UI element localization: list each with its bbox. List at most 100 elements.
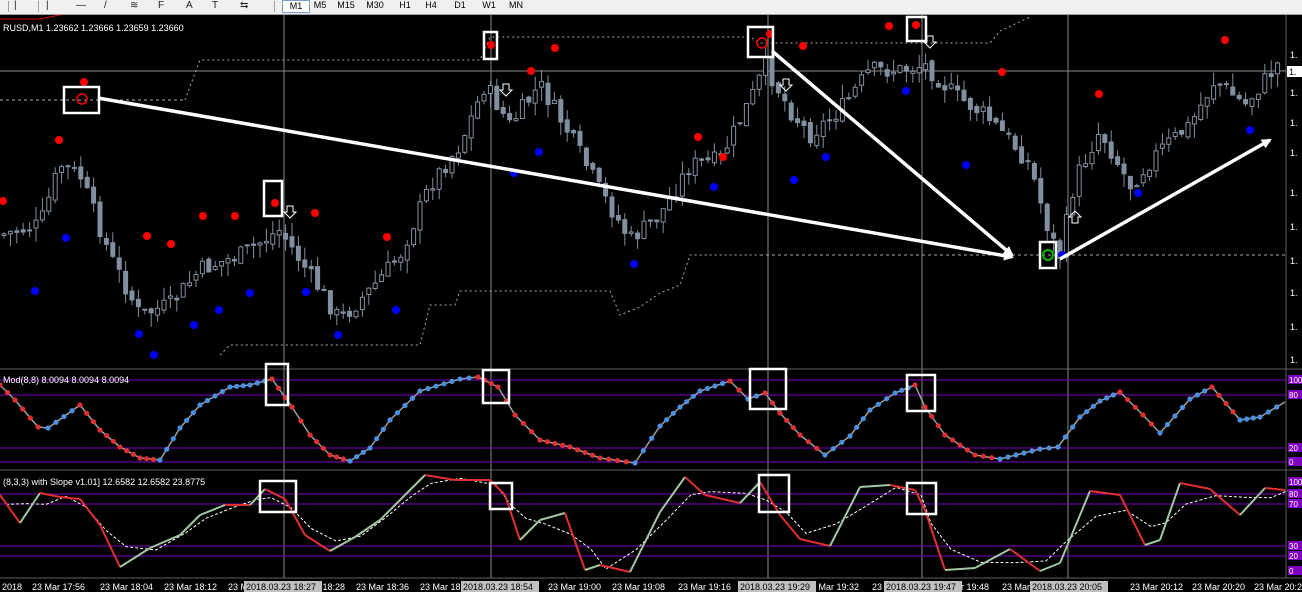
price-axis-label: 1. [1290, 88, 1298, 98]
toolbar: | | — / ≋ F A T ⇆ M1 M5 M15 M30 H1 H4 D1 W1 MN [0, 0, 1302, 15]
horizontal-line-tool-icon[interactable]: — [76, 0, 86, 14]
time-axis-label: 23 Mar [1002, 582, 1030, 592]
buy-signal-dot [535, 148, 543, 156]
buy-signal-dot [630, 260, 638, 268]
buy-signal-dot [790, 176, 798, 184]
oscillator-level-label: 0 [1289, 458, 1294, 467]
buy-signal-dot [135, 330, 143, 338]
buy-signal-dot [190, 321, 198, 329]
sell-signal-dot [551, 44, 559, 52]
price-axis-label: 1. [1290, 256, 1298, 266]
sell-signal-dot [885, 22, 893, 30]
buy-signal-dot [302, 288, 310, 296]
chart-canvas[interactable]: 10080200 100807030200 1.1.1.1.1.1.1.1.1.… [0, 15, 1302, 592]
buy-signal-dot [215, 306, 223, 314]
timeframe-button-w1[interactable]: W1 [476, 0, 502, 14]
buy-signal-dot [246, 289, 254, 297]
timeframe-button-m15[interactable]: M15 [333, 0, 359, 14]
buy-signal-dot [31, 287, 39, 295]
sell-signal-dot [80, 78, 88, 86]
cursor-tool-icon[interactable]: | [14, 0, 17, 14]
trendline-tool-icon[interactable]: / [104, 0, 107, 14]
sell-signal-dot [912, 21, 920, 29]
oscillator-header: Mod(8,8) 8.0094 8.0094 8.0094 [3, 375, 129, 385]
price-axis-label: 1. [1290, 148, 1298, 158]
timeframe-button-mn[interactable]: MN [503, 0, 529, 14]
oscillator-level-label: 20 [1289, 444, 1298, 453]
buy-signal-dot [334, 331, 342, 339]
buy-signal-dot [710, 183, 718, 191]
arrows-tool-icon[interactable]: ⇆ [240, 0, 248, 14]
price-axis-label: 1. [1290, 288, 1298, 298]
timeframe-button-h1[interactable]: H1 [392, 0, 418, 14]
sell-signal-dot [998, 68, 1006, 76]
price-axis-label: 1. [1290, 50, 1298, 60]
time-axis-label: 23 Mar 20:20 [1192, 582, 1245, 592]
sell-signal-dot [271, 199, 279, 207]
sell-signal-dot [231, 212, 239, 220]
time-axis-label: 23 Mar 18:04 [100, 582, 153, 592]
buy-signal-dot [1246, 126, 1254, 134]
vertical-line-tool-icon[interactable]: | [46, 0, 49, 14]
buy-signal-dot [150, 351, 158, 359]
sell-signal-dot [55, 136, 63, 144]
time-axis-label: 23 Mar 19:16 [678, 582, 731, 592]
buy-signal-dot [62, 234, 70, 242]
time-axis-label: 23 Mar 18:36 [356, 582, 409, 592]
buy-signal-dot [822, 153, 830, 161]
stochastic-level-label: 70 [1289, 500, 1298, 509]
text-tool-icon[interactable]: A [186, 0, 193, 14]
stochastic-header: (8,3,3) with Slope v1.01] 12.6582 12.658… [3, 477, 205, 487]
price-axis-label: 1. [1290, 188, 1298, 198]
stochastic-level-label: 20 [1289, 552, 1298, 561]
buy-signal-dot [902, 87, 910, 95]
price-axis-label: 1. [1290, 222, 1298, 232]
time-axis-label: 23 Mar 20:28 [1254, 582, 1302, 592]
channel-tool-icon[interactable]: ≋ [130, 0, 138, 14]
oscillator-level-label: 100 [1289, 376, 1302, 385]
crosshair-time-tag: 2018.03.23 19:47 [886, 582, 956, 592]
sell-signal-dot [719, 153, 727, 161]
oscillator-level-label: 80 [1289, 391, 1298, 400]
timeframe-button-h4[interactable]: H4 [418, 0, 444, 14]
time-axis-label: 23 Mar 19:00 [548, 582, 601, 592]
sell-signal-dot [694, 133, 702, 141]
time-axis-label: 23 Mar 19:08 [612, 582, 665, 592]
sell-signal-dot [143, 232, 151, 240]
crosshair-time-tag: 2018.03.23 18:27 [246, 582, 316, 592]
sell-signal-dot [1221, 36, 1229, 44]
sell-signal-dot [167, 240, 175, 248]
timeframe-button-d1[interactable]: D1 [447, 0, 473, 14]
stochastic-level-label: 80 [1289, 490, 1298, 499]
crosshair-time-tag: 2018.03.23 19:29 [740, 582, 810, 592]
buy-signal-dot [1134, 189, 1142, 197]
timeframe-button-m30[interactable]: M30 [362, 0, 388, 14]
stochastic-level-label: 30 [1289, 542, 1298, 551]
sell-signal-dot [1095, 90, 1103, 98]
stochastic-level-label: 100 [1289, 478, 1302, 487]
buy-signal-dot [392, 306, 400, 314]
main-window-header: RUSD,M1 1.23662 1.23666 1.23659 1.23660 [3, 23, 184, 33]
timeframe-button-m1[interactable]: M1 [282, 0, 310, 13]
crosshair-time-tag: 2018.03.23 18:54 [463, 582, 533, 592]
time-axis-label: 2018 [2, 582, 22, 592]
fibonacci-tool-icon[interactable]: F [158, 0, 164, 14]
sell-signal-dot [199, 212, 207, 220]
stochastic-level-label: 0 [1289, 567, 1294, 576]
price-axis-label: 1. [1290, 355, 1298, 365]
crosshair-time-tag: 2018.03.23 20:05 [1032, 582, 1102, 592]
sell-signal-dot [527, 67, 535, 75]
price-axis-label: 1. [1290, 118, 1298, 128]
time-axis-label: 23 Mar 17:56 [32, 582, 85, 592]
timeframe-button-m5[interactable]: M5 [307, 0, 333, 14]
sell-signal-dot [383, 233, 391, 241]
text-label-tool-icon[interactable]: T [212, 0, 218, 14]
price-axis-label: 1. [1290, 322, 1298, 332]
time-axis-label: 23 Mar 18 [420, 582, 461, 592]
buy-signal-dot [962, 161, 970, 169]
sell-signal-dot [487, 41, 495, 49]
sell-signal-dot [799, 42, 807, 50]
time-axis-label: 23 Mar 18:12 [164, 582, 217, 592]
sell-signal-dot [311, 209, 319, 217]
current-price-tag: 1. [1289, 67, 1297, 77]
